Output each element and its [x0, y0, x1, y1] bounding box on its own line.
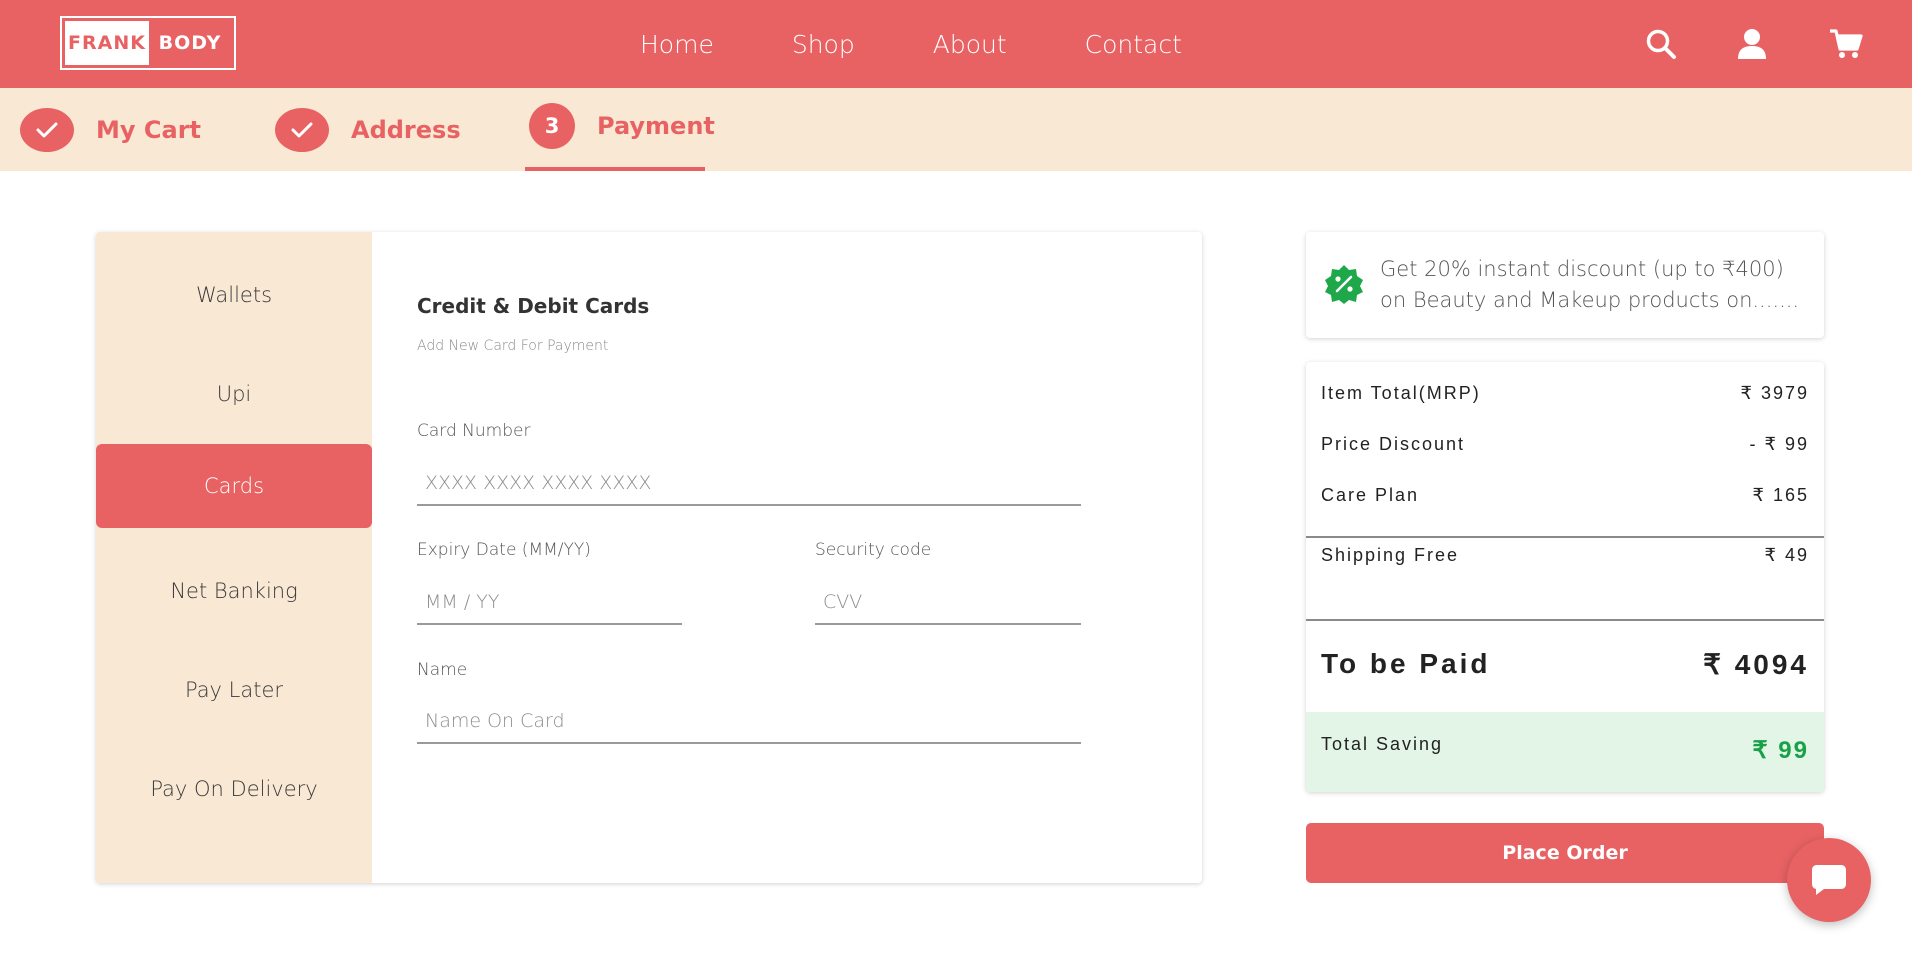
to-be-paid-value: ₹ 4094: [1703, 649, 1809, 680]
discount-badge-icon: [1325, 265, 1363, 304]
card-number-label: Card Number: [417, 421, 531, 441]
step-number-badge: 3: [529, 102, 575, 149]
total-saving-value: ₹ 99: [1752, 737, 1809, 764]
step-label: Address: [351, 115, 461, 144]
security-code-label: Security code: [815, 540, 932, 560]
search-icon[interactable]: [1641, 24, 1681, 64]
total-saving-section: Total Saving ₹ 99: [1306, 712, 1824, 792]
summary-row-shipping: Shipping Free ₹ 49: [1321, 545, 1809, 566]
offer-text: Get 20% instant discount (up to ₹400) on…: [1380, 257, 1800, 312]
summary-row-care-plan: Care Plan ₹ 165: [1321, 485, 1809, 506]
price-discount-value: - ₹ 99: [1749, 434, 1809, 454]
summary-row-discount: Price Discount - ₹ 99: [1321, 434, 1809, 455]
step-label: My Cart: [96, 115, 201, 144]
shipping-label: Shipping Free: [1321, 545, 1460, 565]
care-plan-label: Care Plan: [1321, 485, 1420, 505]
expiry-date-label: Expiry Date (MM/YY): [417, 540, 591, 560]
active-step-underline: [525, 167, 705, 171]
price-discount-label: Price Discount: [1321, 434, 1466, 454]
nav-home-link[interactable]: Home: [640, 30, 714, 59]
summary-divider: [1306, 619, 1824, 621]
cart-icon[interactable]: [1826, 24, 1866, 64]
card-number-input[interactable]: [417, 462, 1081, 506]
main-nav: Home Shop About Contact: [640, 0, 1260, 88]
place-order-button[interactable]: Place Order: [1306, 823, 1824, 883]
brand-logo[interactable]: FRANK BODY: [60, 16, 236, 70]
chat-bubble-icon: [1812, 865, 1846, 895]
card-form-title: Credit & Debit Cards: [417, 294, 650, 318]
payment-panel: Wallets Upi Cards Net Banking Pay Later …: [96, 232, 1202, 883]
step-my-cart[interactable]: My Cart: [20, 88, 201, 171]
summary-divider: [1306, 536, 1824, 538]
user-icon[interactable]: [1732, 24, 1772, 64]
name-label: Name: [417, 660, 468, 680]
security-code-input[interactable]: [815, 581, 1081, 625]
payment-option-upi[interactable]: Upi: [96, 352, 372, 436]
nav-contact-link[interactable]: Contact: [1085, 30, 1182, 59]
payment-methods-sidebar: Wallets Upi Cards Net Banking Pay Later …: [96, 232, 372, 883]
item-total-label: Item Total(MRP): [1321, 383, 1481, 403]
step-label: Payment: [597, 111, 715, 140]
summary-row-to-be-paid: To be Paid ₹ 4094: [1321, 648, 1809, 681]
chat-button[interactable]: [1787, 838, 1871, 922]
payment-option-pay-on-delivery[interactable]: Pay On Delivery: [96, 747, 372, 831]
expiry-date-input[interactable]: [417, 581, 682, 625]
to-be-paid-label: To be Paid: [1321, 648, 1491, 679]
nav-about-link[interactable]: About: [933, 30, 1007, 59]
card-form-subtitle: Add New Card For Payment: [417, 338, 609, 354]
checkout-steps: My Cart Address 3 Payment: [0, 88, 1912, 171]
shipping-value: ₹ 49: [1764, 545, 1809, 565]
summary-row-item-total: Item Total(MRP) ₹ 3979: [1321, 383, 1809, 404]
nav-shop-link[interactable]: Shop: [792, 30, 855, 59]
check-icon: [275, 107, 329, 152]
care-plan-value: ₹ 165: [1752, 485, 1809, 505]
payment-option-pay-later[interactable]: Pay Later: [96, 648, 372, 732]
name-on-card-input[interactable]: [417, 700, 1081, 744]
logo-frank-text: FRANK: [65, 21, 149, 65]
offer-banner[interactable]: Get 20% instant discount (up to ₹400) on…: [1306, 232, 1824, 338]
payment-option-cards[interactable]: Cards: [96, 444, 372, 528]
step-payment[interactable]: 3 Payment: [529, 84, 715, 167]
payment-option-wallets[interactable]: Wallets: [96, 253, 372, 337]
check-icon: [20, 107, 74, 152]
payment-option-net-banking[interactable]: Net Banking: [96, 549, 372, 633]
step-address[interactable]: Address: [275, 88, 461, 171]
logo-body-text: BODY: [158, 32, 222, 54]
total-saving-label: Total Saving: [1321, 734, 1444, 754]
item-total-value: ₹ 3979: [1740, 383, 1809, 403]
top-navbar: FRANK BODY Home Shop About Contact: [0, 0, 1912, 88]
price-summary: Item Total(MRP) ₹ 3979 Price Discount - …: [1306, 362, 1824, 792]
